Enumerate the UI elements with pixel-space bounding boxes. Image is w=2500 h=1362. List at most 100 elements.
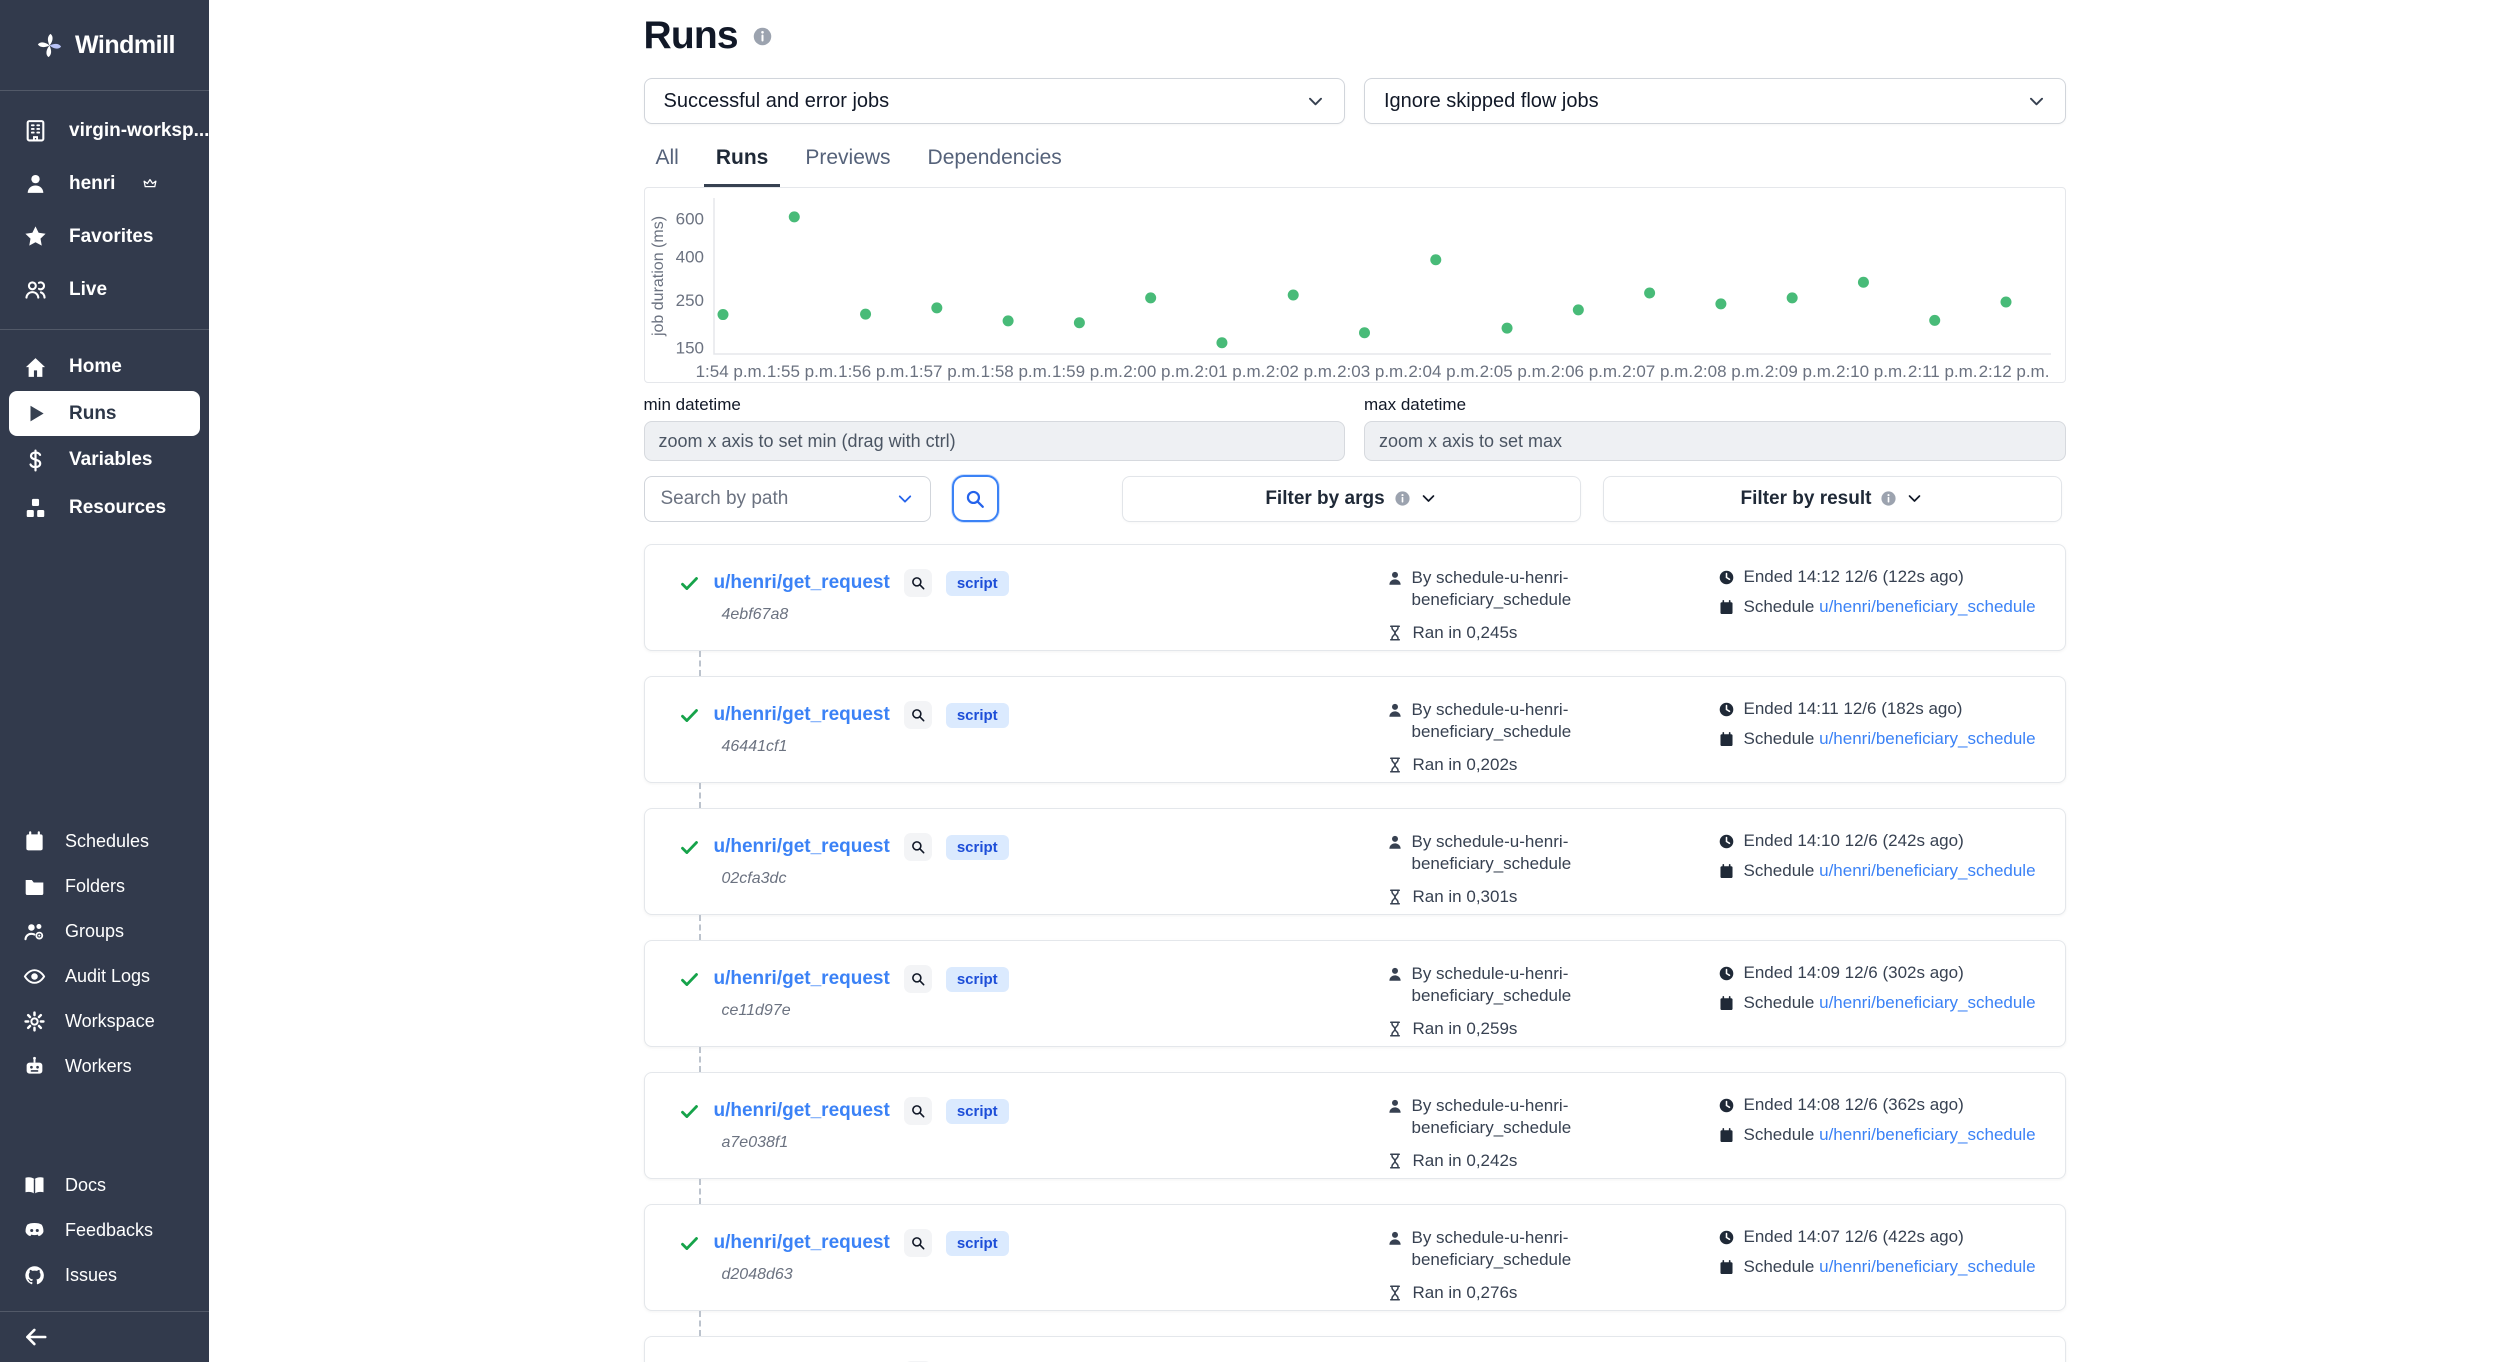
run-ended-time: Ended 14:10 12/6 (242s ago) <box>1744 831 1964 851</box>
run-schedule-link[interactable]: u/henri/beneficiary_schedule <box>1819 729 2035 748</box>
sidebar-item-audit-logs[interactable]: Audit Logs <box>0 954 209 999</box>
runs-tabs: All Runs Previews Dependencies <box>644 146 2066 187</box>
tab-previews[interactable]: Previews <box>793 146 902 187</box>
search-button[interactable] <box>952 475 999 522</box>
search-icon <box>964 488 986 510</box>
sidebar-collapse-button[interactable] <box>0 1311 209 1362</box>
run-card[interactable]: u/henri/get_request script 02cfa3dc By s… <box>644 808 2066 915</box>
chart-dot[interactable] <box>2000 296 2011 307</box>
run-schedule-label: Schedule <box>1744 861 1820 880</box>
chart-dot[interactable] <box>1002 315 1013 326</box>
live-label: Live <box>69 279 107 301</box>
chart-dot[interactable] <box>1073 317 1084 328</box>
search-icon <box>910 707 926 723</box>
issues-label: Issues <box>65 1265 117 1286</box>
sidebar-item-home[interactable]: Home <box>0 343 209 391</box>
runs-list: u/henri/get_request script 4ebf67a8 By s… <box>644 544 2066 1362</box>
success-check-icon <box>679 1101 700 1122</box>
run-inspect-button[interactable] <box>904 701 932 729</box>
run-card[interactable]: u/henri/get_request script 46441cf1 By s… <box>644 676 2066 783</box>
chart-dot[interactable] <box>788 211 799 222</box>
chevron-down-icon <box>1906 490 1923 507</box>
chart-dot[interactable] <box>1501 323 1512 334</box>
run-schedule-link[interactable]: u/henri/beneficiary_schedule <box>1819 597 2035 616</box>
users-icon <box>23 277 48 302</box>
chart-dot[interactable] <box>931 302 942 313</box>
run-path-link[interactable]: u/henri/get_request <box>714 836 890 858</box>
sidebar-item-variables[interactable]: Variables <box>0 436 209 484</box>
calendar-icon <box>1718 1127 1735 1144</box>
sidebar-item-live[interactable]: Live <box>0 263 209 316</box>
chart-dot[interactable] <box>1216 337 1227 348</box>
max-datetime-input[interactable] <box>1364 421 2066 461</box>
chart-dot[interactable] <box>1430 254 1441 265</box>
info-icon[interactable] <box>752 26 773 47</box>
tab-runs[interactable]: Runs <box>704 146 781 187</box>
windmill-logo[interactable]: Windmill <box>0 0 209 91</box>
sidebar-item-workspace[interactable]: virgin-worksp... <box>0 104 209 157</box>
user-icon <box>1386 965 1404 983</box>
sidebar-item-user[interactable]: henri <box>0 157 209 210</box>
job-duration-chart[interactable]: job duration (ms)6004002501501:54 p.m.1:… <box>644 187 2066 383</box>
run-inspect-button[interactable] <box>904 1097 932 1125</box>
success-check-icon <box>679 969 700 990</box>
tab-dependencies[interactable]: Dependencies <box>916 146 1074 187</box>
sidebar-item-folders[interactable]: Folders <box>0 864 209 909</box>
run-schedule-link[interactable]: u/henri/beneficiary_schedule <box>1819 1125 2035 1144</box>
run-inspect-button[interactable] <box>904 569 932 597</box>
sidebar-item-workers[interactable]: Workers <box>0 1044 209 1089</box>
run-card[interactable]: u/henri/get_request script a7e038f1 By s… <box>644 1072 2066 1179</box>
run-inspect-button[interactable] <box>904 833 932 861</box>
chart-dot[interactable] <box>1929 315 1940 326</box>
hourglass-icon <box>1386 1284 1404 1302</box>
filter-by-result-button[interactable]: Filter by result <box>1603 476 2062 522</box>
chart-dot[interactable] <box>1715 298 1726 309</box>
min-datetime-input[interactable] <box>644 421 1346 461</box>
chart-dot[interactable] <box>1287 290 1298 301</box>
run-schedule-label: Schedule <box>1744 729 1820 748</box>
run-schedule-link[interactable]: u/henri/beneficiary_schedule <box>1819 993 2035 1012</box>
chart-dot[interactable] <box>717 309 728 320</box>
chart-dot[interactable] <box>1359 327 1370 338</box>
sidebar-item-workspace-settings[interactable]: Workspace <box>0 999 209 1044</box>
chart-dot[interactable] <box>1644 287 1655 298</box>
run-path-link[interactable]: u/henri/get_request <box>714 1100 890 1122</box>
app-name: Windmill <box>75 31 175 60</box>
run-card[interactable]: u/henri/get_request script d2048d63 By s… <box>644 1204 2066 1311</box>
chart-dot[interactable] <box>1572 304 1583 315</box>
run-path-link[interactable]: u/henri/get_request <box>714 968 890 990</box>
sidebar-item-issues[interactable]: Issues <box>0 1253 209 1298</box>
run-kind-badge: script <box>946 835 1009 860</box>
run-card[interactable]: u/henri/get_request script 4ebf67a8 By s… <box>644 544 2066 651</box>
run-inspect-button[interactable] <box>904 1229 932 1257</box>
search-by-path-select[interactable]: Search by path <box>644 476 931 522</box>
sidebar-item-feedbacks[interactable]: Feedbacks <box>0 1208 209 1253</box>
chart-dot[interactable] <box>1145 292 1156 303</box>
sidebar-item-docs[interactable]: Docs <box>0 1163 209 1208</box>
filter-by-args-button[interactable]: Filter by args <box>1122 476 1581 522</box>
run-schedule-link[interactable]: u/henri/beneficiary_schedule <box>1819 861 2035 880</box>
sidebar-item-schedules[interactable]: Schedules <box>0 819 209 864</box>
job-status-select[interactable]: Successful and error jobs <box>644 78 1346 124</box>
run-schedule-link[interactable]: u/henri/beneficiary_schedule <box>1819 1257 2035 1276</box>
discord-icon <box>23 1219 46 1242</box>
skipped-jobs-select[interactable]: Ignore skipped flow jobs <box>1364 78 2066 124</box>
audit-logs-label: Audit Logs <box>65 966 150 987</box>
run-path-link[interactable]: u/henri/get_request <box>714 1232 890 1254</box>
chart-xtick: 1:59 p.m. <box>1051 362 1122 381</box>
chart-dot[interactable] <box>860 309 871 320</box>
run-inspect-button[interactable] <box>904 965 932 993</box>
chart-dot[interactable] <box>1786 292 1797 303</box>
chart-dot[interactable] <box>1857 277 1868 288</box>
run-path-link[interactable]: u/henri/get_request <box>714 572 890 594</box>
sidebar-item-groups[interactable]: Groups <box>0 909 209 954</box>
chart-ytick: 150 <box>675 339 703 358</box>
sidebar-item-resources[interactable]: Resources <box>0 484 209 532</box>
run-card[interactable]: u/henri/get_request script By schedule-u… <box>644 1336 2066 1362</box>
sidebar-item-favorites[interactable]: Favorites <box>0 210 209 263</box>
run-path-link[interactable]: u/henri/get_request <box>714 704 890 726</box>
sidebar-item-runs[interactable]: Runs <box>9 391 200 436</box>
info-icon <box>1880 490 1897 507</box>
run-card[interactable]: u/henri/get_request script ce11d97e By s… <box>644 940 2066 1047</box>
tab-all[interactable]: All <box>644 146 691 187</box>
